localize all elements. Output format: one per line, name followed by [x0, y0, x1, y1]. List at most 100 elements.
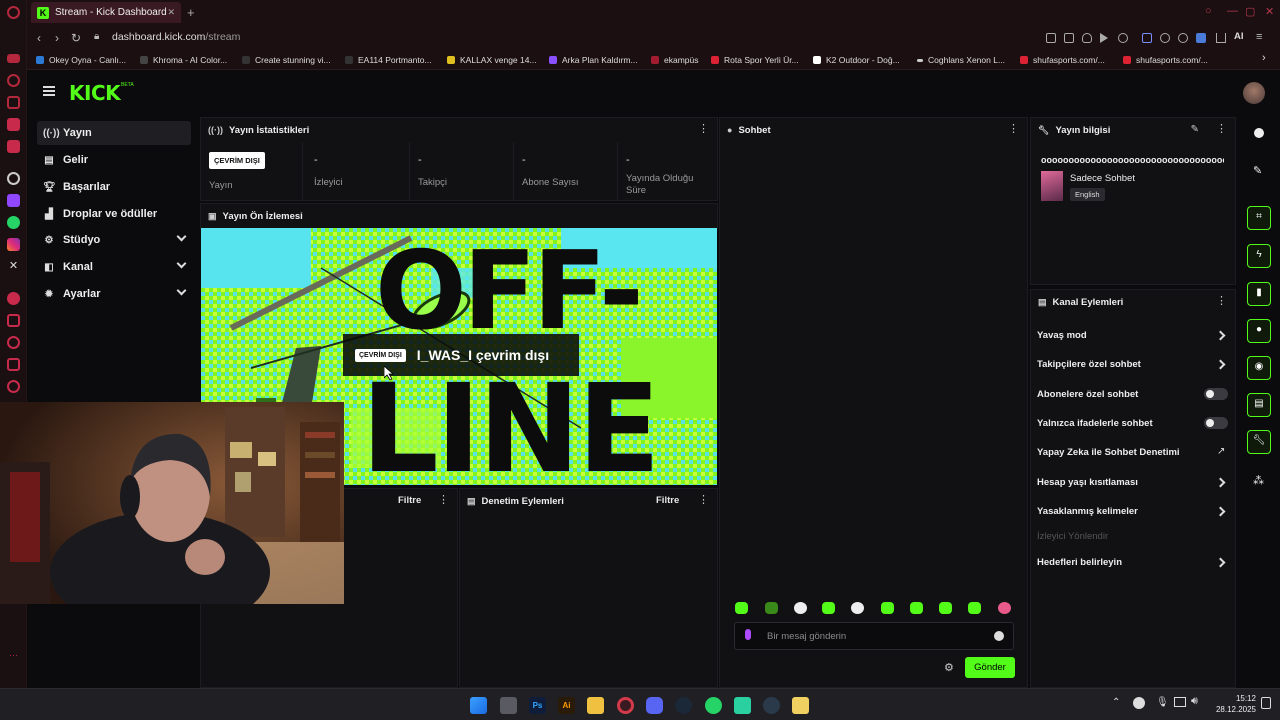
emote-icon[interactable]: [968, 602, 981, 614]
download-icon[interactable]: [1216, 33, 1226, 43]
avatar[interactable]: [1243, 82, 1265, 104]
emote-icon[interactable]: [794, 602, 807, 614]
bookmarks-overflow-icon[interactable]: ›: [1262, 52, 1266, 64]
x-icon[interactable]: ✕: [7, 260, 20, 273]
rail-layout-button[interactable]: ▤: [1247, 393, 1271, 417]
nav-item-droplar[interactable]: ▟ Droplar ve ödüller: [37, 202, 191, 226]
bookmark[interactable]: Coghlans Xenon L...: [917, 55, 1005, 65]
action-followers-only[interactable]: Takipçilere özel sohbet: [1037, 359, 1141, 370]
emote-icon[interactable]: [822, 602, 835, 614]
minimize-icon[interactable]: —: [1227, 5, 1238, 17]
pencil-icon[interactable]: ✎: [1253, 164, 1262, 177]
clock[interactable]: 15:12 28.12.2025: [1208, 693, 1256, 715]
edit-icon[interactable]: ✎: [1191, 124, 1199, 135]
microphone-icon[interactable]: [745, 629, 751, 640]
nav-item-studyo[interactable]: ⚙ Stüdyo: [37, 228, 191, 252]
file-explorer-icon[interactable]: [587, 697, 604, 714]
category-name[interactable]: Sadece Sohbet: [1070, 173, 1135, 184]
tab-kick-dashboard[interactable]: K Stream - Kick Dashboard ✕: [31, 2, 181, 23]
action-account-age[interactable]: Hesap yaşı kısıtlaması: [1037, 477, 1138, 488]
more-icon[interactable]: ···: [7, 650, 20, 663]
kick-logo[interactable]: KICK: [69, 81, 121, 105]
sidebar-app-icon[interactable]: [7, 314, 20, 327]
twitch-icon[interactable]: [7, 194, 20, 207]
bookmark[interactable]: shufasports.com/...: [1123, 55, 1208, 65]
shield-icon[interactable]: [1082, 33, 1092, 43]
nav-item-kanal[interactable]: ◧ Kanal: [37, 255, 191, 279]
kebab-menu-icon[interactable]: ⋮: [438, 495, 449, 506]
hamburger-menu-icon[interactable]: [43, 86, 55, 96]
sidebar-app-icon[interactable]: [7, 358, 20, 371]
chat-input[interactable]: Bir mesaj gönderin: [734, 622, 1014, 650]
sidebar-app-icon[interactable]: [7, 54, 20, 63]
illustrator-icon[interactable]: Ai: [558, 697, 575, 714]
nav-item-yayin[interactable]: ((·)) Yayın: [37, 121, 191, 145]
extension-icon[interactable]: [1160, 33, 1170, 43]
chatgpt-icon[interactable]: [7, 172, 20, 185]
kebab-menu-icon[interactable]: ⋮: [1216, 296, 1227, 307]
whatsapp-icon[interactable]: [7, 216, 20, 229]
filter-button[interactable]: Filtre: [398, 495, 421, 506]
photoshop-icon[interactable]: Ps: [529, 697, 546, 714]
instagram-icon[interactable]: [7, 238, 20, 251]
menu-icon[interactable]: ≡: [1256, 31, 1262, 43]
settings-icon[interactable]: [7, 380, 20, 393]
bookmark[interactable]: ekampüs: [651, 55, 699, 65]
rail-bolt-button[interactable]: ϟ: [1247, 244, 1271, 268]
filter-button[interactable]: Filtre: [656, 495, 679, 506]
emote-icon[interactable]: [939, 602, 952, 614]
emote-icon[interactable]: [881, 602, 894, 614]
tray-overflow-icon[interactable]: ⌃: [1112, 697, 1120, 708]
app-icon[interactable]: [734, 697, 751, 714]
url-field[interactable]: dashboard.kick.com/stream: [112, 31, 240, 43]
nav-item-gelir[interactable]: ▤ Gelir: [37, 148, 191, 172]
send-button[interactable]: Gönder: [965, 657, 1015, 678]
action-set-goals[interactable]: Hedefleri belirleyin: [1037, 557, 1122, 568]
new-tab-button[interactable]: +: [187, 5, 195, 20]
back-icon[interactable]: ‹: [37, 31, 41, 45]
steam-tray-icon[interactable]: [1133, 697, 1145, 709]
kebab-menu-icon[interactable]: ⋮: [1008, 124, 1019, 135]
sidebar-app-icon[interactable]: [7, 118, 20, 131]
extension-icon[interactable]: [1046, 33, 1056, 43]
play-icon[interactable]: [1100, 33, 1108, 43]
bookmark[interactable]: Arka Plan Kaldırm...: [549, 55, 638, 65]
emote-icon[interactable]: [998, 602, 1011, 614]
tab-close-icon[interactable]: ✕: [167, 7, 175, 18]
opera-icon[interactable]: [617, 697, 634, 714]
kebab-menu-icon[interactable]: ⋮: [1216, 124, 1227, 135]
network-icon[interactable]: [1174, 697, 1186, 707]
emote-icon[interactable]: [851, 602, 864, 614]
rail-wrench-button[interactable]: 🔧︎: [1247, 430, 1271, 454]
kebab-menu-icon[interactable]: ⋮: [698, 124, 709, 135]
reload-icon[interactable]: ↻: [71, 31, 81, 45]
sidebar-app-icon[interactable]: [7, 336, 20, 349]
windows-start-icon[interactable]: [470, 697, 487, 714]
action-ai-moderation[interactable]: Yapay Zeka ile Sohbet Denetimi: [1037, 447, 1180, 458]
bookmark[interactable]: Khroma - AI Color...: [140, 55, 227, 65]
nav-item-ayarlar[interactable]: ✹ Ayarlar: [37, 282, 191, 306]
sidebar-app-icon[interactable]: [7, 96, 20, 109]
discord-icon[interactable]: [646, 697, 663, 714]
emote-icon[interactable]: [735, 602, 748, 614]
sidebar-app-icon[interactable]: [7, 74, 20, 87]
action-banned-words[interactable]: Yasaklanmış kelimeler: [1037, 506, 1138, 517]
rail-scan-button[interactable]: ⌗: [1247, 206, 1271, 230]
emote-only-toggle[interactable]: [1204, 417, 1228, 429]
forward-icon[interactable]: ›: [55, 31, 59, 45]
kebab-menu-icon[interactable]: ⋮: [698, 495, 709, 506]
sidebar-app-icon[interactable]: [7, 292, 20, 305]
rail-chat-button[interactable]: ●: [1247, 319, 1271, 343]
ai-button[interactable]: AI: [1234, 31, 1244, 42]
rail-broadcast-button[interactable]: ◉: [1247, 356, 1271, 380]
bookmark[interactable]: shufasports.com/...: [1020, 55, 1105, 65]
maximize-icon[interactable]: ▢: [1245, 5, 1255, 18]
speaker-icon[interactable]: [1142, 33, 1152, 43]
action-slow-mode[interactable]: Yavaş mod: [1037, 330, 1087, 341]
notification-icon[interactable]: [1261, 697, 1271, 709]
chat-settings-icon[interactable]: ⚙: [944, 661, 954, 674]
steam-icon[interactable]: [763, 697, 780, 714]
app-icon[interactable]: [792, 697, 809, 714]
rail-doc-button[interactable]: ▮: [1247, 282, 1271, 306]
more-widgets-icon[interactable]: ⁂: [1253, 474, 1264, 487]
